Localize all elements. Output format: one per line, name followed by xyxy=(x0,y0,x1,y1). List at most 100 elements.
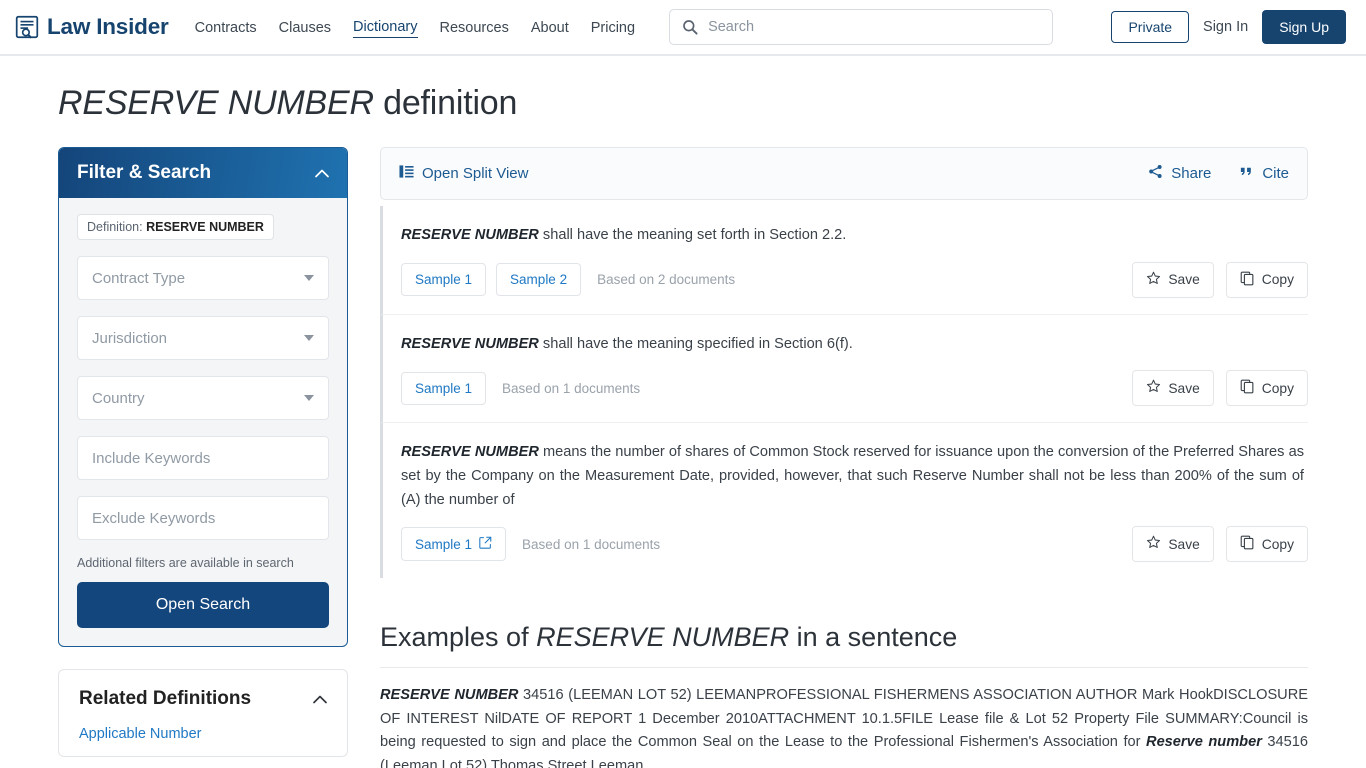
save-button[interactable]: Save xyxy=(1132,261,1214,298)
header-actions: Private Sign In Sign Up xyxy=(1111,10,1346,44)
copy-button[interactable]: Copy xyxy=(1225,261,1308,298)
chevron-down-icon xyxy=(304,335,314,341)
page-layout: Filter & Search Definition: RESERVE NUMB… xyxy=(0,123,1366,768)
copy-label: Copy xyxy=(1261,272,1294,288)
copy-icon xyxy=(1240,379,1255,397)
filter-panel-title: Filter & Search xyxy=(77,162,212,183)
definition-actions: Save Copy xyxy=(1132,261,1308,298)
share-button[interactable]: Share xyxy=(1148,164,1211,183)
search-icon xyxy=(682,19,708,35)
private-button[interactable]: Private xyxy=(1111,11,1190,43)
sample-label: Sample 1 xyxy=(415,380,473,396)
nav-item-resources[interactable]: Resources xyxy=(440,17,509,38)
chevron-down-icon xyxy=(304,395,314,401)
definition-text: RESERVE NUMBER shall have the meaning sp… xyxy=(401,333,1308,357)
sign-up-button[interactable]: Sign Up xyxy=(1262,10,1346,44)
copy-label: Copy xyxy=(1261,380,1294,396)
definition-text: RESERVE NUMBER means the number of share… xyxy=(401,441,1308,512)
based-on-text: Based on 1 documents xyxy=(522,536,661,552)
jurisdiction-placeholder: Jurisdiction xyxy=(92,329,168,347)
search-input[interactable] xyxy=(708,19,1041,35)
save-button[interactable]: Save xyxy=(1132,526,1214,563)
sample-label: Sample 1 xyxy=(415,272,473,288)
sample-button[interactable]: Sample 1 xyxy=(401,371,487,405)
brand-name: Law Insider xyxy=(47,14,169,39)
brand-logo[interactable]: Law Insider xyxy=(14,14,169,40)
include-keywords-input[interactable]: Include Keywords xyxy=(77,436,329,480)
nav-item-about[interactable]: About xyxy=(531,17,569,38)
filter-panel-body: Definition: RESERVE NUMBER Contract Type… xyxy=(59,198,347,646)
based-on-text: Based on 1 documents xyxy=(502,380,641,396)
definition-actions: Save Copy xyxy=(1132,370,1308,407)
definition-footer: Sample 1 Based on 1 documents Save Copy xyxy=(401,370,1308,407)
example-lead-term: RESERVE NUMBER xyxy=(380,687,519,704)
related-definitions-header[interactable]: Related Definitions xyxy=(79,688,327,710)
star-icon xyxy=(1146,535,1161,553)
toolbar-right: Share Cite xyxy=(1148,164,1289,183)
country-placeholder: Country xyxy=(92,389,145,407)
save-button[interactable]: Save xyxy=(1132,370,1214,407)
main-navigation: Contracts Clauses Dictionary Resources A… xyxy=(195,0,635,54)
contract-type-placeholder: Contract Type xyxy=(92,269,186,287)
definition-chip: Definition: RESERVE NUMBER xyxy=(77,214,274,240)
definition-footer: Sample 1 Based on 1 documents Save Copy xyxy=(401,526,1308,563)
sample-button[interactable]: Sample 1 xyxy=(401,263,487,297)
definition-item: RESERVE NUMBER shall have the meaning sp… xyxy=(380,313,1308,423)
share-label: Share xyxy=(1171,165,1212,182)
nav-item-contracts[interactable]: Contracts xyxy=(195,17,257,38)
chevron-up-icon[interactable] xyxy=(315,169,329,178)
copy-button[interactable]: Copy xyxy=(1225,526,1308,563)
cite-button[interactable]: Cite xyxy=(1239,164,1289,183)
examples-title-suffix: in a sentence xyxy=(789,622,958,653)
copy-button[interactable]: Copy xyxy=(1225,370,1308,407)
definition-body: shall have the meaning specified in Sect… xyxy=(538,335,853,352)
definition-footer: Sample 1 Sample 2 Based on 2 documents S… xyxy=(401,261,1308,298)
related-definition-link[interactable]: Applicable Number xyxy=(79,726,327,742)
star-icon xyxy=(1146,379,1161,397)
open-split-view-button[interactable]: Open Split View xyxy=(399,164,528,183)
main-content: Open Split View Share Cite RESERVE NUMBE… xyxy=(380,147,1308,768)
related-definitions-title: Related Definitions xyxy=(79,688,252,709)
country-select[interactable]: Country xyxy=(77,376,329,420)
quote-icon xyxy=(1239,164,1254,183)
sample-button[interactable]: Sample 2 xyxy=(496,263,582,297)
header-search[interactable] xyxy=(669,9,1054,45)
examples-title-prefix: Examples of xyxy=(380,622,537,653)
sidebar: Filter & Search Definition: RESERVE NUMB… xyxy=(58,147,348,757)
site-header: Law Insider Contracts Clauses Dictionary… xyxy=(0,0,1366,56)
nav-item-dictionary[interactable]: Dictionary xyxy=(353,16,418,38)
sample-button[interactable]: Sample 1 xyxy=(401,527,507,562)
definition-toolbar: Open Split View Share Cite xyxy=(380,147,1308,200)
filter-panel-header[interactable]: Filter & Search xyxy=(59,148,347,198)
include-keywords-placeholder: Include Keywords xyxy=(92,449,211,467)
example-inline-term: Reserve number xyxy=(1146,734,1262,751)
example-paragraph: RESERVE NUMBER 34516 (LEEMAN LOT 52) LEE… xyxy=(380,684,1308,768)
save-label: Save xyxy=(1168,272,1200,288)
examples-title-term: RESERVE NUMBER xyxy=(536,622,790,653)
document-search-icon xyxy=(14,14,40,40)
exclude-keywords-input[interactable]: Exclude Keywords xyxy=(77,496,329,540)
nav-item-clauses[interactable]: Clauses xyxy=(279,17,331,38)
definition-actions: Save Copy xyxy=(1132,526,1308,563)
split-view-icon xyxy=(399,164,414,183)
contract-type-select[interactable]: Contract Type xyxy=(77,256,329,300)
definition-text: RESERVE NUMBER shall have the meaning se… xyxy=(401,224,1308,248)
nav-item-pricing[interactable]: Pricing xyxy=(591,17,635,38)
definition-term: RESERVE NUMBER xyxy=(401,444,539,461)
chevron-up-icon[interactable] xyxy=(313,695,327,704)
star-icon xyxy=(1146,271,1161,289)
open-search-button[interactable]: Open Search xyxy=(77,582,329,628)
share-icon xyxy=(1148,164,1163,183)
cite-label: Cite xyxy=(1262,165,1289,182)
jurisdiction-select[interactable]: Jurisdiction xyxy=(77,316,329,360)
filter-note: Additional filters are available in sear… xyxy=(77,556,294,570)
external-link-icon xyxy=(479,536,492,552)
examples-title: Examples of RESERVE NUMBER in a sentence xyxy=(380,622,1308,669)
definition-item: RESERVE NUMBER shall have the meaning se… xyxy=(380,206,1308,314)
copy-icon xyxy=(1240,535,1255,553)
examples-section: Examples of RESERVE NUMBER in a sentence… xyxy=(380,622,1308,768)
save-label: Save xyxy=(1168,536,1200,552)
sign-in-link[interactable]: Sign In xyxy=(1203,19,1248,35)
sample-label: Sample 2 xyxy=(510,272,568,288)
open-split-view-label: Open Split View xyxy=(422,165,529,182)
